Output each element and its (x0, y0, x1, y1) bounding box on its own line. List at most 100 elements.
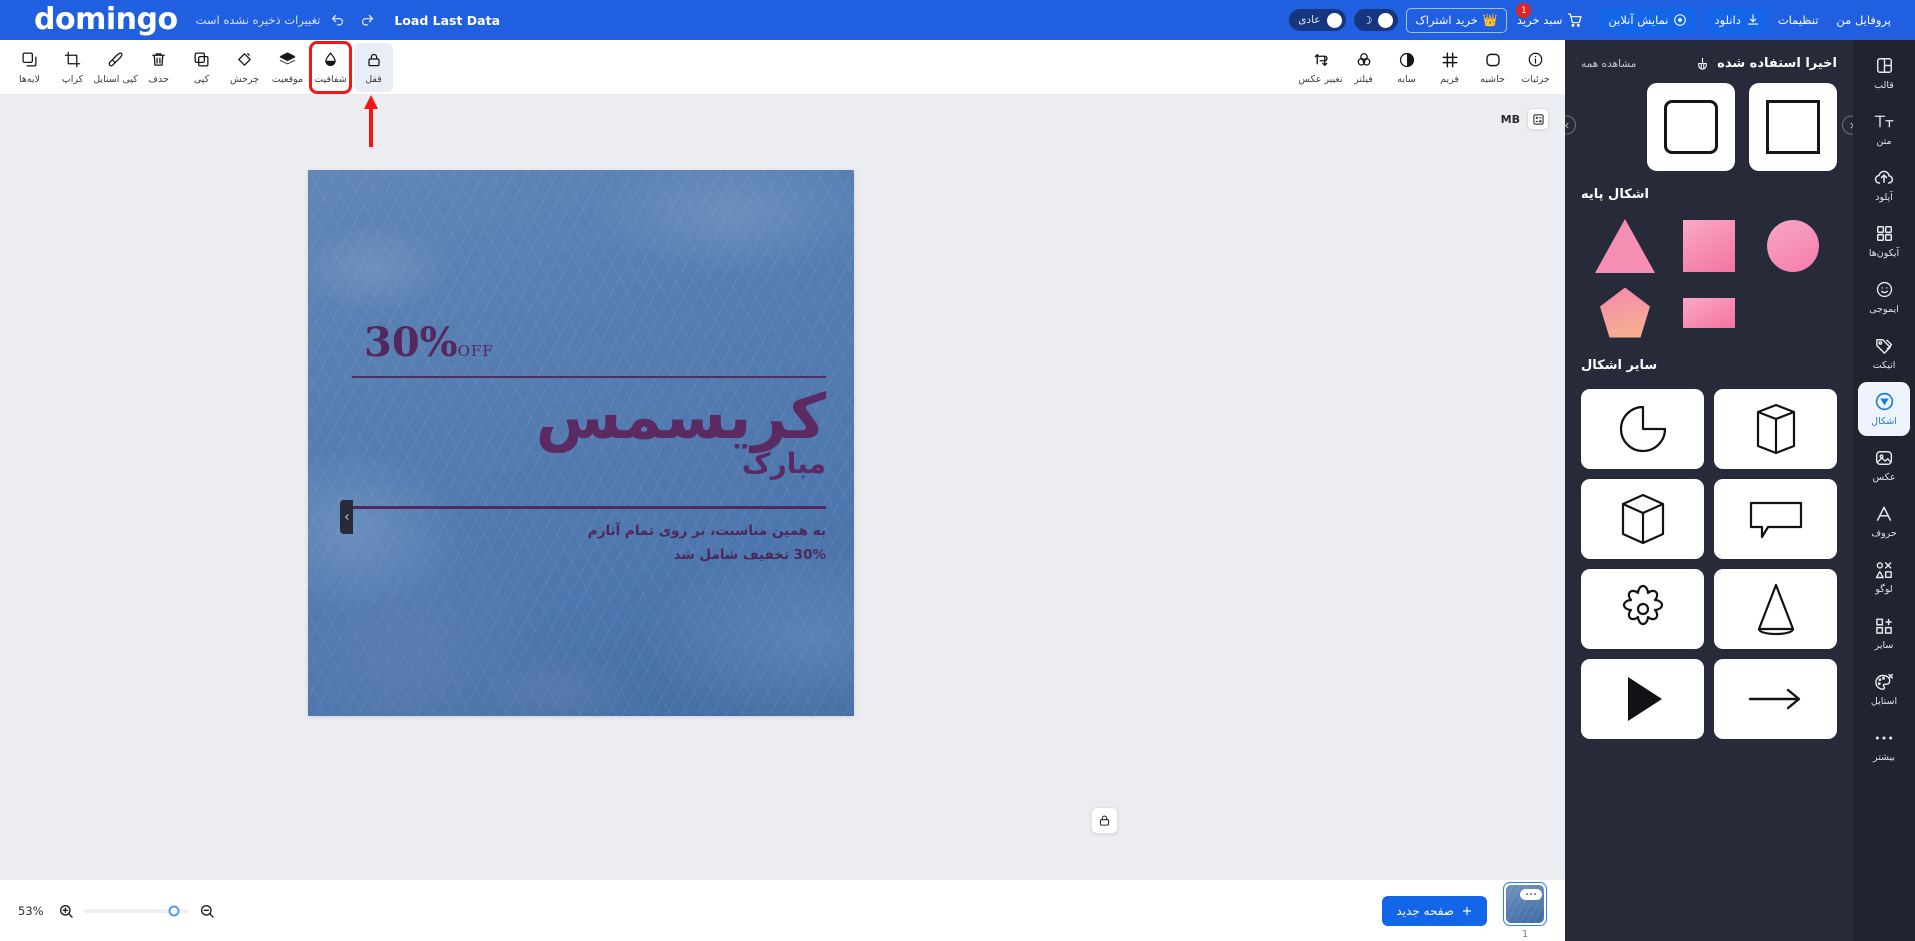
other-shape-pie-slice[interactable] (1581, 389, 1704, 469)
load-last-data-button[interactable]: Load Last Data (394, 13, 500, 28)
sidebar-item-emoji[interactable]: ایموجی (1858, 270, 1910, 324)
other-shape-flower[interactable] (1581, 569, 1704, 649)
tool-border[interactable]: حاشیه (1473, 43, 1512, 92)
subscribe-button[interactable]: 👑 خرید اشتراک (1406, 7, 1507, 33)
tool-copy[interactable]: کپی (182, 43, 221, 92)
cone-shape (1757, 583, 1794, 636)
sidebar-item-letters[interactable]: حروف (1858, 494, 1910, 548)
tool-change-image[interactable]: تغییر عکس (1298, 43, 1343, 92)
panel-collapse-button[interactable] (340, 500, 353, 534)
zoom-in-icon[interactable] (58, 903, 74, 919)
profile-link[interactable]: پروفایل من (1836, 13, 1897, 27)
sidebar-item-image[interactable]: عکس (1858, 438, 1910, 492)
thumbnail-menu-icon[interactable] (1520, 888, 1542, 900)
download-button[interactable]: دانلود (1705, 7, 1769, 33)
design-canvas[interactable]: 30%OFF کریسمس مبارک به همین مناسبت، بر ر… (308, 170, 854, 716)
object-toolbar: لایه‌ها کراپ کپی استایل حذف کپی (0, 40, 1565, 95)
basic-shape-circle[interactable] (1755, 218, 1831, 273)
sidebar-item-more[interactable]: بیشتر (1858, 718, 1910, 772)
basic-shape-square[interactable] (1671, 218, 1747, 273)
basic-shape-triangle[interactable] (1587, 218, 1663, 273)
recent-section-header: اخیرا استفاده شده مشاهده همه (1565, 40, 1853, 79)
sidebar-item-text[interactable]: متن (1858, 102, 1910, 156)
recent-shape-item[interactable] (1749, 83, 1837, 171)
rounded-square-outline-shape (1664, 100, 1718, 154)
sidebar-item-other[interactable]: سایر (1858, 606, 1910, 660)
other-shape-play-triangle[interactable] (1581, 659, 1704, 739)
zoom-slider[interactable] (84, 905, 189, 916)
other-plus-icon (1874, 616, 1894, 636)
tool-label: حذف (148, 73, 169, 85)
sidebar-item-label: حروف (1871, 527, 1897, 539)
other-shape-arrow-right[interactable] (1714, 659, 1837, 739)
sidebar-item-tag[interactable]: اتیکت (1858, 326, 1910, 380)
tool-label: تغییر عکس (1298, 73, 1343, 85)
page-thumbnail[interactable] (1503, 881, 1547, 926)
tool-filter[interactable]: فیلتر (1344, 43, 1383, 92)
basic-shape-pentagon[interactable] (1587, 285, 1663, 340)
recent-next-button[interactable] (1842, 115, 1853, 135)
sidebar-item-label: آیکون‌ها (1868, 247, 1900, 259)
recent-prev-button[interactable] (1565, 115, 1576, 135)
canvas-lock-button[interactable] (1091, 807, 1118, 834)
download-label: دانلود (1714, 13, 1741, 27)
template-icon (1875, 56, 1894, 76)
pie-slice-shape (1619, 405, 1666, 453)
sidebar-item-upload[interactable]: آپلود (1858, 158, 1910, 212)
tool-rotate[interactable]: چرخش (225, 43, 264, 92)
tool-delete[interactable]: حذف (139, 43, 178, 92)
sidebar-item-style[interactable]: استایل (1858, 662, 1910, 716)
tool-frame[interactable]: فریم (1430, 43, 1469, 92)
redo-icon[interactable] (354, 7, 380, 33)
letter-a-icon (1874, 504, 1894, 524)
text-icon (1874, 112, 1895, 132)
other-shape-speech-bubble[interactable] (1714, 479, 1837, 559)
settings-link[interactable]: تنظیمات (1778, 13, 1819, 27)
file-size-label: MB (1500, 112, 1520, 126)
design-description-2: 30% تخفیف شامل شد (673, 547, 826, 564)
tool-shadow[interactable]: سایه (1387, 43, 1426, 92)
chevron-left-icon (1565, 122, 1568, 128)
mode-toggle[interactable]: عادی (1289, 9, 1346, 31)
cart-button[interactable]: سبد خرید 1 (1516, 3, 1584, 28)
square-outline-shape (1766, 100, 1820, 154)
file-size-chip[interactable]: MB (1501, 108, 1549, 130)
theme-toggle[interactable]: ☽ (1353, 9, 1399, 31)
tool-copy-style[interactable]: کپی استایل (93, 43, 138, 92)
see-all-recent[interactable]: مشاهده همه (1581, 58, 1636, 70)
recent-title-wrap: اخیرا استفاده شده (1695, 56, 1837, 71)
square-shape (1683, 219, 1735, 272)
undo-icon[interactable] (324, 7, 350, 33)
tool-label: کپی استایل (93, 73, 138, 85)
tool-opacity[interactable]: شفافیت (309, 40, 352, 94)
zoom-out-icon[interactable] (199, 903, 215, 919)
preview-online-button[interactable]: نمایش آنلاین (1599, 7, 1697, 33)
tool-layers[interactable]: لایه‌ها (10, 43, 49, 92)
sidebar-item-shapes[interactable]: اشکال (1858, 382, 1910, 436)
sidebar-item-label: متن (1876, 135, 1892, 147)
tool-crop[interactable]: کراپ (53, 43, 92, 92)
basic-shape-rectangle[interactable] (1671, 285, 1747, 340)
sidebar-item-template[interactable]: قالب (1858, 46, 1910, 100)
recent-shape-item[interactable] (1647, 83, 1735, 171)
sidebar-item-icons[interactable]: آیکون‌ها (1858, 214, 1910, 268)
sidebar-item-logo[interactable]: لوگو (1858, 550, 1910, 604)
tool-lock[interactable]: قفل (354, 42, 393, 92)
zoom-slider-knob[interactable] (168, 905, 180, 916)
other-section-header: سایر اشکال (1565, 354, 1853, 381)
zoom-percent: 53% (18, 903, 44, 918)
tool-position[interactable]: موقعیت (268, 43, 307, 92)
theme-toggle-knob (1378, 12, 1394, 28)
arrow-right-shape (1748, 688, 1800, 710)
broom-icon[interactable] (1695, 56, 1710, 71)
layers-icon (21, 50, 38, 70)
shapes-icon (1874, 392, 1895, 412)
basic-shapes-grid (1565, 210, 1853, 354)
other-shape-hexagonal-prism[interactable] (1714, 389, 1837, 469)
other-shape-cone[interactable] (1714, 569, 1837, 649)
tool-details[interactable]: جزئیات (1516, 43, 1555, 92)
other-shape-cube[interactable] (1581, 479, 1704, 559)
canvas-area[interactable]: MB 30%OFF کریسمس مبارک به همین مناسبت، ب… (0, 95, 1565, 941)
design-discount: 30%OFF (352, 319, 826, 366)
new-page-button[interactable]: صفحه جدید (1382, 895, 1487, 926)
